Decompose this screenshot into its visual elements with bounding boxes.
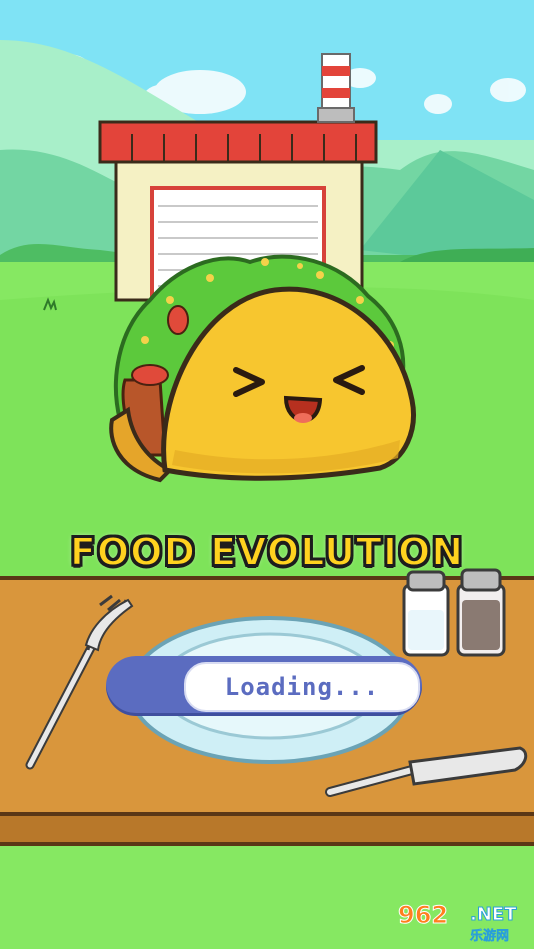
pepper-shaker-icon	[456, 568, 506, 657]
game-title: FOOD EVOLUTION	[69, 529, 465, 575]
watermark-subtitle: 乐游网	[470, 929, 510, 945]
site-watermark: 962 .NET 乐游网	[397, 901, 526, 945]
game-scene	[0, 0, 534, 949]
watermark-number: 962	[397, 901, 449, 930]
loading-box: Loading...	[184, 662, 420, 712]
loading-label: Loading...	[224, 673, 380, 701]
watermark-suffix: .NET	[469, 904, 517, 926]
salt-shaker-icon	[402, 570, 450, 657]
loading-progress-bar: Loading...	[106, 656, 422, 716]
